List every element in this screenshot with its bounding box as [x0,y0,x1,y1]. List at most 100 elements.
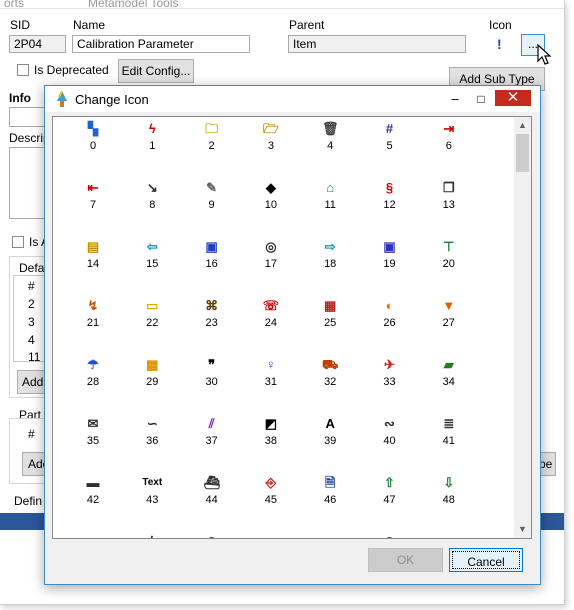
truck-icon: ⛟ [322,357,339,372]
icon-cell[interactable]: Text 43 [121,473,181,531]
icon-cell[interactable]: ⇤ 7 [62,178,122,236]
name-field[interactable]: Calibration Parameter [72,35,250,53]
icon-cell[interactable]: ⇧ 47 [359,473,419,531]
icon-cell[interactable]: ▤ 14 [62,237,122,295]
icon-cell[interactable]: ▭ [418,532,478,538]
icon-cell[interactable]: ☂ 28 [62,355,122,413]
ok-button[interactable]: OK [368,548,443,572]
icon-number: 36 [146,435,159,447]
icon-cell[interactable]: ▬ 42 [62,473,122,531]
dialog-titlebar[interactable]: Change Icon ‒ □ ✕ [45,86,540,112]
icon-cell[interactable]: ⇦ 15 [121,237,181,295]
icon-number: 1 [149,140,156,152]
icon-cell[interactable]: ♀ 31 [240,355,300,413]
icon-cell[interactable]: ◘ [299,532,359,538]
icon-cell[interactable]: ⫽ 37 [181,414,241,472]
icon-list[interactable]: ▚ 0 ϟ 1 🗀 2 🗁 3 🗑 4 #5 ⇥ 6 ⇤ 7 ↘ 8 ✎ 9 ◆ 10 ⌂ 11 § 12 ❐ 13 ▤ 14 ⇦ 15 ▣ 1… [52,116,532,539]
icon-cell[interactable]: ⇥ 6 [418,119,478,177]
cancel-button[interactable]: Cancel [449,548,523,572]
mouse-cursor-icon [537,44,552,65]
scroll-down-arrow-icon[interactable]: ▼ [514,521,531,538]
icon-cell[interactable]: ⎆ 45 [240,473,300,531]
icon-cell[interactable]: ⇩ 48 [418,473,478,531]
icon-cell[interactable]: ⌘ 23 [181,296,241,354]
maximize-button[interactable]: □ [469,86,493,112]
icon-cell[interactable]: ∾ 40 [359,414,419,472]
icon-cell[interactable]: ϟ1 [121,119,181,177]
icon-cell[interactable]: ⛴ 44 [181,473,241,531]
icon-cell[interactable]: ◆ 10 [240,178,300,236]
disk-icon: ▣ [383,239,396,254]
is-a-checkbox[interactable] [12,236,24,248]
grid-row[interactable]: 4 [28,333,35,347]
icon-cell[interactable]: ◎ 17 [240,237,300,295]
icon-cell[interactable]: 🗑 4 [299,119,359,177]
minimize-button[interactable]: ‒ [443,86,467,112]
icon-cell[interactable]: ▚ 0 [62,119,122,177]
icon-cell[interactable]: ▼ 27 [418,296,478,354]
icon-cell[interactable]: ✉ 35 [62,414,122,472]
icon-cell[interactable]: ☏ 24 [240,296,300,354]
arrow-up-icon: ⇧ [384,475,395,490]
info-field[interactable] [9,107,49,127]
folder-grid-icon: ▤ [86,239,100,254]
icon-number: 45 [264,494,278,506]
icon-cell[interactable]: ◩ 38 [240,414,300,472]
icon-cell[interactable]: 🗁 3 [240,119,300,177]
pen-icon: ✎ [206,180,218,195]
icon-cell[interactable]: ✈ 33 [359,355,419,413]
icon-cell[interactable]: ⊤ 20 [418,237,478,295]
icon-cell[interactable]: ∽ 36 [121,414,181,472]
enter-icon: ⎆ [265,475,277,490]
grid-row[interactable]: 3 [28,315,35,329]
icon-cell[interactable]: ı [240,532,300,538]
close-button[interactable]: ✕ [495,90,531,106]
icon-cell[interactable]: ≣ 41 [418,414,478,472]
icon-cell[interactable]: ▩ 29 [121,355,181,413]
icon-cell[interactable]: ⛟ 32 [299,355,359,413]
vertical-scrollbar[interactable]: ▲ ▼ [514,117,531,538]
icon-number: 5 [386,140,393,152]
icon-cell[interactable]: ▭ 22 [121,296,181,354]
section-icon: § [385,180,394,195]
is-deprecated-checkbox[interactable] [17,64,29,76]
arrow-left-icon: ⇦ [146,239,158,254]
icon-cell[interactable]: ◐ 26 [359,296,419,354]
icon-number: 35 [86,435,100,447]
house-icon: ⌂ [326,180,335,195]
icon-number: 44 [205,494,218,506]
edit-config-button[interactable]: Edit Config... [118,59,194,83]
icon-cell[interactable]: ❐ 13 [418,178,478,236]
icon-cell[interactable]: ▣ 16 [181,237,241,295]
icon-cell[interactable]: ✎ 9 [181,178,241,236]
icon-cell[interactable]: 🗎 46 [299,473,359,531]
grid-row[interactable]: 11 [28,350,40,364]
icon-cell[interactable]: ⌇ [121,532,181,538]
icon-cell[interactable]: ⇨ 18 [299,237,359,295]
icon-cell[interactable]: ? [181,532,241,538]
floppy-icon: ▣ [205,239,218,254]
copy-icon: ❐ [442,180,455,195]
icon-cell[interactable]: ▰ 34 [418,355,478,413]
scroll-up-arrow-icon[interactable]: ▲ [514,117,531,134]
icon-cell[interactable]: A 39 [299,414,359,472]
icon-cell[interactable]: #5 [359,119,419,177]
icon-cell[interactable]: ⌂ 11 [299,178,359,236]
sid-field[interactable]: 2P04 [9,35,66,53]
icon-cell[interactable]: ↘ 8 [121,178,181,236]
hierarchy-icon: ⊤ [443,239,455,254]
parent-field[interactable]: Item [288,35,466,53]
icon-cell[interactable]: ❞ 30 [181,355,241,413]
icon-cell[interactable]: ➙ [62,532,122,538]
icon-cell[interactable]: ↯ 21 [62,296,122,354]
description-field[interactable] [9,147,49,219]
icon-number: 47 [383,494,396,506]
icon-cell[interactable]: § 12 [359,178,419,236]
scroll-thumb[interactable] [516,134,529,172]
icon-number: 40 [383,435,396,447]
icon-cell[interactable]: ▦ 25 [299,296,359,354]
icon-cell[interactable]: ▣ 19 [359,237,419,295]
icon-cell[interactable]: 🗀 2 [181,119,241,177]
grid-row[interactable]: 2 [28,297,35,311]
icon-cell[interactable]: § [359,532,419,538]
